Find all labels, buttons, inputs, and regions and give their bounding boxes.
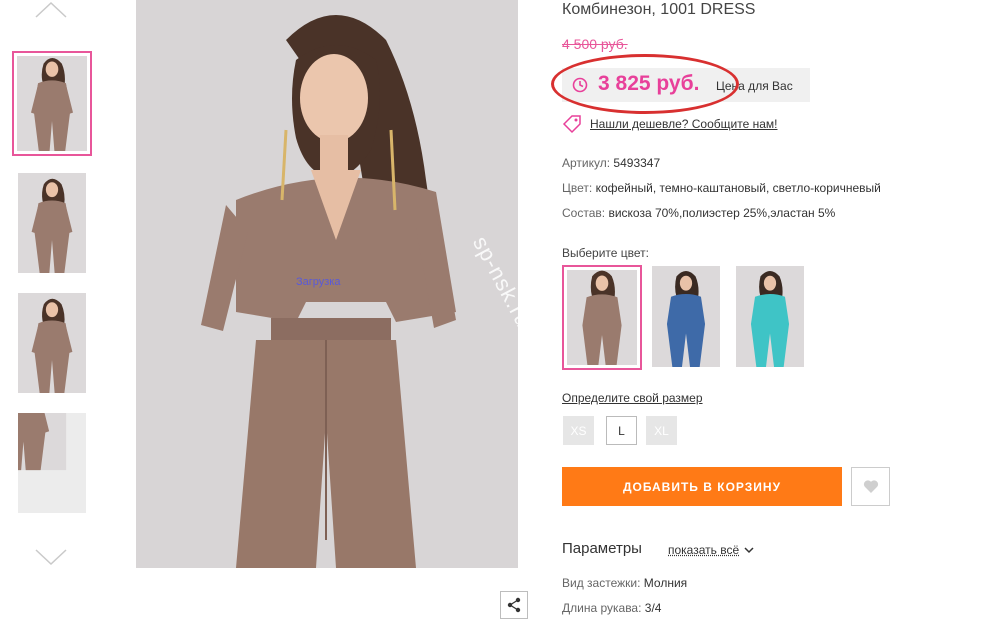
color-option-turquoise[interactable] [736, 266, 804, 367]
thumbnail-1[interactable] [12, 51, 92, 156]
share-button[interactable] [500, 591, 528, 619]
thumbnail-image [18, 293, 86, 393]
show-all-params-button[interactable]: показать всё [668, 543, 754, 557]
attribute-composition: Состав: вискоза 70%,полиэстер 25%,эласта… [562, 206, 835, 220]
share-icon [507, 597, 521, 613]
price-tag-icon [562, 115, 581, 134]
params-title: Параметры [562, 540, 642, 557]
thumbnail-image [17, 56, 87, 151]
attribute-color: Цвет: кофейный, темно-каштановый, светло… [562, 181, 881, 195]
param-value: 3/4 [644, 601, 662, 615]
color-swatch-image [736, 266, 804, 367]
size-option-l[interactable]: L [606, 416, 637, 445]
attribute-value: кофейный, темно-каштановый, светло-корич… [595, 181, 881, 195]
color-swatch-image [567, 267, 637, 368]
thumbnail-3[interactable] [18, 293, 86, 393]
thumbnail-image [18, 413, 86, 513]
gallery-prev-button[interactable] [34, 0, 68, 20]
attribute-key: Артикул: [562, 156, 611, 170]
color-option-coffee[interactable] [562, 265, 642, 370]
param-key: Длина рукава: [562, 601, 642, 615]
attribute-key: Цвет: [562, 181, 593, 195]
show-all-label: показать всё [668, 543, 740, 557]
found-cheaper-label: Нашли дешевле? Сообщите нам! [590, 117, 778, 131]
heart-icon [863, 480, 878, 493]
thumbnail-2[interactable] [18, 173, 86, 273]
param-sleeve: Длина рукава: 3/4 [562, 601, 661, 615]
favorite-button[interactable] [851, 467, 890, 506]
chevron-up-icon [35, 1, 67, 18]
color-option-blue[interactable] [652, 266, 720, 367]
size-guide-link[interactable]: Определите свой размер [562, 391, 703, 405]
size-option-xl[interactable]: XL [646, 416, 677, 445]
size-option-xs[interactable]: XS [563, 416, 594, 445]
thumbnail-image [18, 173, 86, 273]
thumbnail-4[interactable] [18, 413, 86, 513]
attribute-value: вискоза 70%,полиэстер 25%,эластан 5% [608, 206, 836, 220]
attribute-article: Артикул: 5493347 [562, 156, 660, 170]
gallery-next-button[interactable] [34, 547, 68, 567]
param-fastener: Вид застежки: Молния [562, 576, 687, 590]
chevron-down-icon [35, 549, 67, 566]
attribute-key: Состав: [562, 206, 606, 220]
annotation-circle [551, 54, 739, 114]
loading-text: Загрузка [296, 276, 341, 288]
attribute-value: 5493347 [613, 156, 661, 170]
found-cheaper-link[interactable]: Нашли дешевле? Сообщите нам! [562, 114, 777, 134]
color-swatch-image [652, 266, 720, 367]
old-price: 4 500 руб. [562, 36, 628, 52]
param-key: Вид застежки: [562, 576, 641, 590]
chevron-down-small-icon [744, 546, 754, 553]
param-value: Молния [643, 576, 688, 590]
product-title: Комбинезон, 1001 DRESS [562, 1, 756, 18]
color-label: Выберите цвет: [562, 246, 650, 260]
add-to-cart-button[interactable]: ДОБАВИТЬ В КОРЗИНУ [562, 467, 842, 506]
